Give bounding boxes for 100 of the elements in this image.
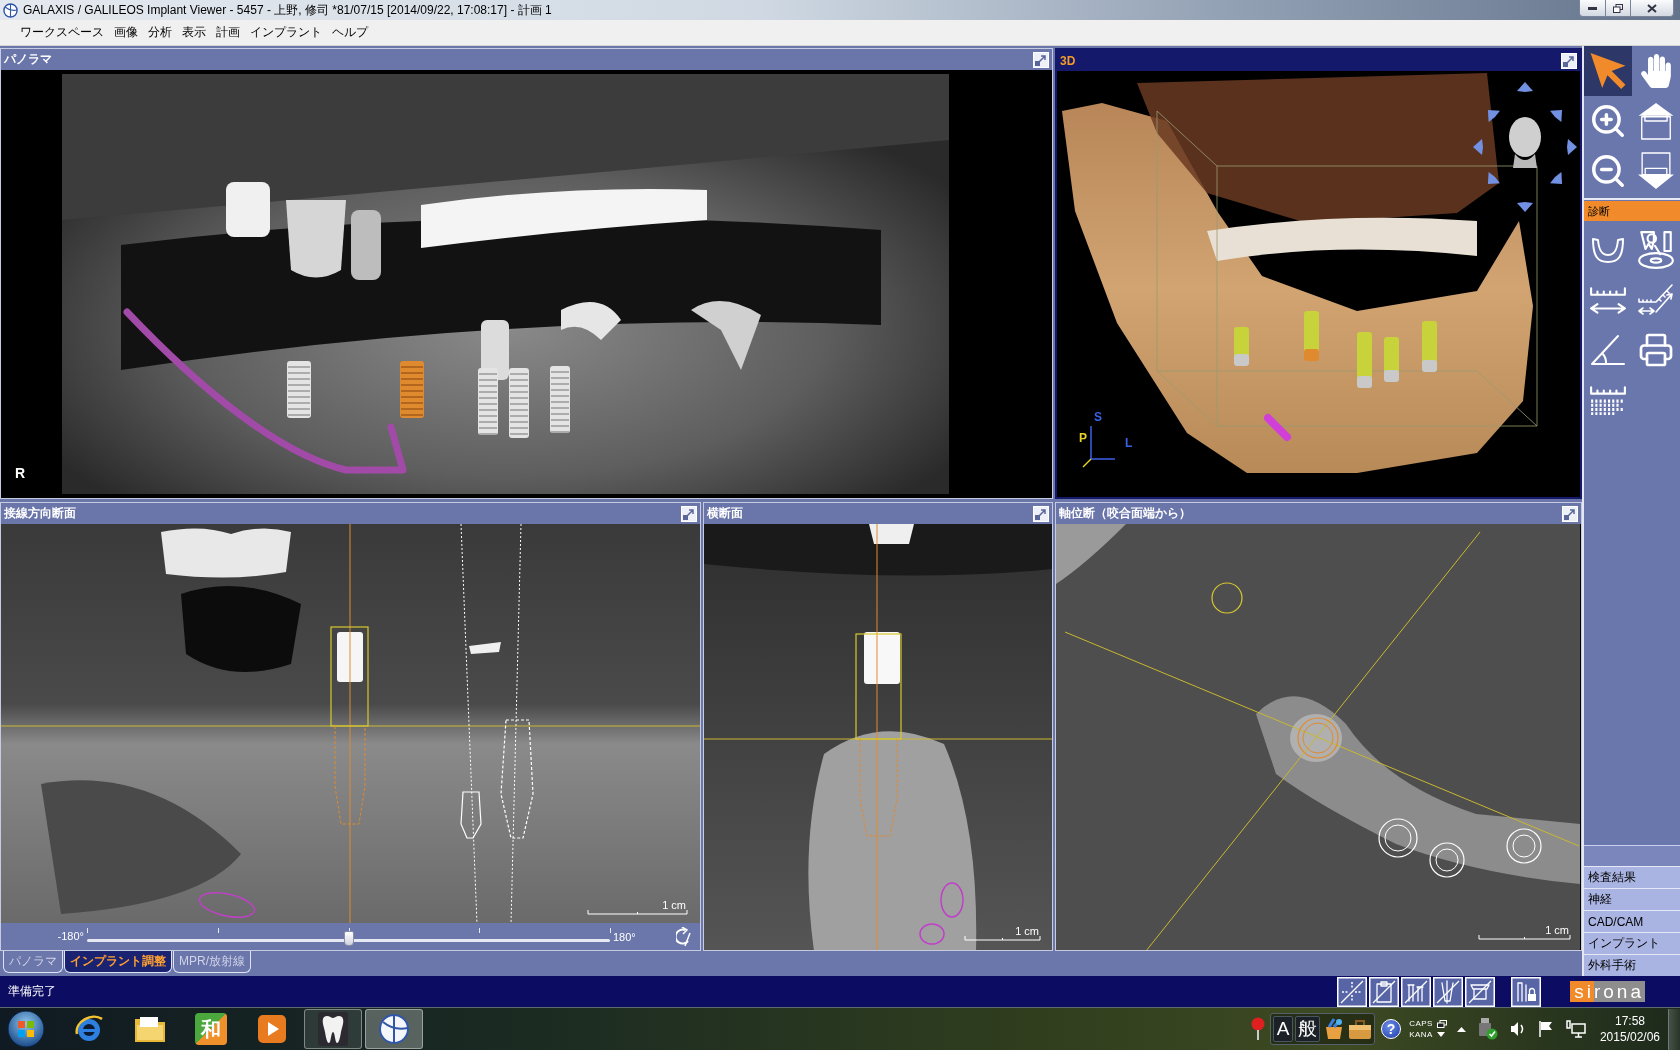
- caps-indicator: CAPS: [1409, 1019, 1433, 1028]
- play-icon: [257, 1014, 287, 1044]
- guide-circle: [1211, 582, 1243, 614]
- nerve-outline: [919, 923, 945, 945]
- tooth-disc-icon[interactable]: [1637, 230, 1675, 270]
- ime-mode-button[interactable]: A: [1273, 1016, 1294, 1042]
- axis-label: S: [1094, 410, 1102, 424]
- menu-item[interactable]: ワークスペース: [15, 22, 109, 43]
- clock-time: 17:58: [1614, 1013, 1645, 1029]
- implant-marker: [1304, 311, 1319, 361]
- window-title: GALAXIS / GALILEOS Implant Viewer - 5457 - 上野, 修司 *81/07/15 [2014/09/22, 17:08:17] - 計画 1: [23, 1, 553, 19]
- ime-mode-button[interactable]: 般: [1295, 1016, 1321, 1042]
- dotted-ruler-icon[interactable]: [1589, 385, 1627, 415]
- help-button[interactable]: ?: [1381, 1019, 1402, 1039]
- kana-indicator: KANA: [1409, 1030, 1433, 1039]
- minimize-button[interactable]: [1579, 0, 1606, 17]
- tool-button[interactable]: [1584, 46, 1632, 96]
- tooth-icon: [318, 1012, 348, 1046]
- scale-label: 1 cm: [662, 899, 686, 911]
- menu-item[interactable]: 画像: [109, 22, 143, 43]
- caret-down-icon[interactable]: [1436, 1032, 1445, 1037]
- jaw-arch-icon[interactable]: [1591, 236, 1625, 264]
- view-button[interactable]: 外科手術: [1584, 954, 1680, 976]
- app-glyph: 和: [195, 1013, 227, 1045]
- taskbar-button[interactable]: [365, 1009, 423, 1049]
- clock-date: 2015/02/06: [1599, 1029, 1660, 1045]
- implant-outline: [460, 791, 482, 839]
- orientation-head-icon[interactable]: [1473, 82, 1577, 212]
- window-icon[interactable]: [1436, 1019, 1447, 1028]
- rotate-icon[interactable]: [676, 926, 692, 947]
- slider-thumb[interactable]: [343, 930, 354, 946]
- bone-region: [1056, 524, 1126, 584]
- view-button[interactable]: 検査結果: [1584, 866, 1680, 888]
- menu-item[interactable]: 表示: [177, 22, 211, 43]
- crosshair-icon[interactable]: [1337, 976, 1368, 1007]
- angle-icon[interactable]: [1590, 333, 1626, 367]
- slider-min-label: -180°: [56, 929, 85, 942]
- tab[interactable]: インプラント調整: [64, 951, 172, 973]
- implant-ring: [1506, 828, 1542, 864]
- nerve-outline: [940, 882, 964, 918]
- metal-clasp: [691, 301, 761, 370]
- speaker-icon[interactable]: [1509, 1021, 1526, 1037]
- ruler-arrow-icon[interactable]: [1589, 286, 1627, 314]
- page-down-icon: [1637, 152, 1675, 190]
- implant-marker: [287, 361, 311, 418]
- tooth: [351, 210, 381, 280]
- maximize-icon[interactable]: [1561, 52, 1577, 69]
- implant-site: [1290, 714, 1342, 762]
- view-button[interactable]: CAD/CAM: [1584, 910, 1680, 932]
- implant-axis-icon[interactable]: [1433, 976, 1464, 1007]
- axis-label: P: [1079, 431, 1087, 445]
- panel-title: 接線方向断面: [4, 505, 76, 522]
- implant-post: [864, 632, 900, 684]
- menu-item[interactable]: 分析: [143, 22, 177, 43]
- sleeve-icon[interactable]: [1465, 976, 1496, 1007]
- menu-item[interactable]: インプラント: [245, 22, 327, 43]
- taskbar-button[interactable]: [304, 1009, 362, 1049]
- close-icon: [1647, 3, 1657, 13]
- caret-up-icon[interactable]: [1456, 1026, 1466, 1032]
- close-button[interactable]: [1630, 0, 1674, 17]
- nerve-marker: [1264, 414, 1291, 441]
- network-icon[interactable]: [1565, 1020, 1586, 1038]
- slider-track[interactable]: [87, 927, 610, 946]
- zoom-out-icon: [1589, 152, 1627, 190]
- orientation-label: R: [15, 465, 26, 481]
- crosshair-circle-icon: [378, 1013, 410, 1045]
- usb-check-icon[interactable]: [1477, 1018, 1498, 1040]
- pin-icon[interactable]: [1250, 1017, 1267, 1041]
- view-button[interactable]: 神経: [1584, 888, 1680, 910]
- flag-icon[interactable]: [1537, 1020, 1554, 1038]
- implant-marker: [478, 368, 498, 435]
- implant-ring: [1429, 842, 1465, 878]
- implants-icon[interactable]: [1401, 976, 1432, 1007]
- metal-clasp: [561, 302, 621, 340]
- panel-title: 横断面: [707, 505, 743, 522]
- angled-ruler-icon[interactable]: [1637, 283, 1675, 317]
- implants-lock-icon[interactable]: [1511, 976, 1542, 1007]
- implant-ring: [1297, 717, 1339, 759]
- nerve-outline: [198, 892, 256, 918]
- clipboard-icon[interactable]: [1369, 976, 1400, 1007]
- maximize-button[interactable]: [1605, 0, 1631, 17]
- view-button[interactable]: インプラント: [1584, 932, 1680, 954]
- implant-ring: [1378, 818, 1418, 858]
- globe-icon: [74, 1014, 104, 1044]
- panel-title: 3D: [1060, 53, 1076, 68]
- status-text: 準備完了: [8, 983, 56, 1000]
- page-up-icon: [1637, 102, 1675, 140]
- toolbox-icon[interactable]: [1348, 1018, 1373, 1040]
- scale-label: 1 cm: [1545, 924, 1569, 936]
- implant-marker: [550, 366, 570, 433]
- scale-label: 1 cm: [1015, 925, 1039, 937]
- crosshair-circle-icon: [3, 2, 18, 18]
- menu-item[interactable]: ヘルプ: [327, 22, 373, 43]
- start-orb-icon[interactable]: [7, 1010, 45, 1048]
- panel-title: 軸位断（咬合面端から）: [1059, 505, 1191, 522]
- metal-fragment: [469, 642, 501, 654]
- show-desktop-button[interactable]: [1668, 1008, 1680, 1050]
- printer-icon[interactable]: [1638, 332, 1674, 368]
- menu-item[interactable]: 計画: [211, 22, 245, 43]
- implant-marker: [1234, 327, 1249, 366]
